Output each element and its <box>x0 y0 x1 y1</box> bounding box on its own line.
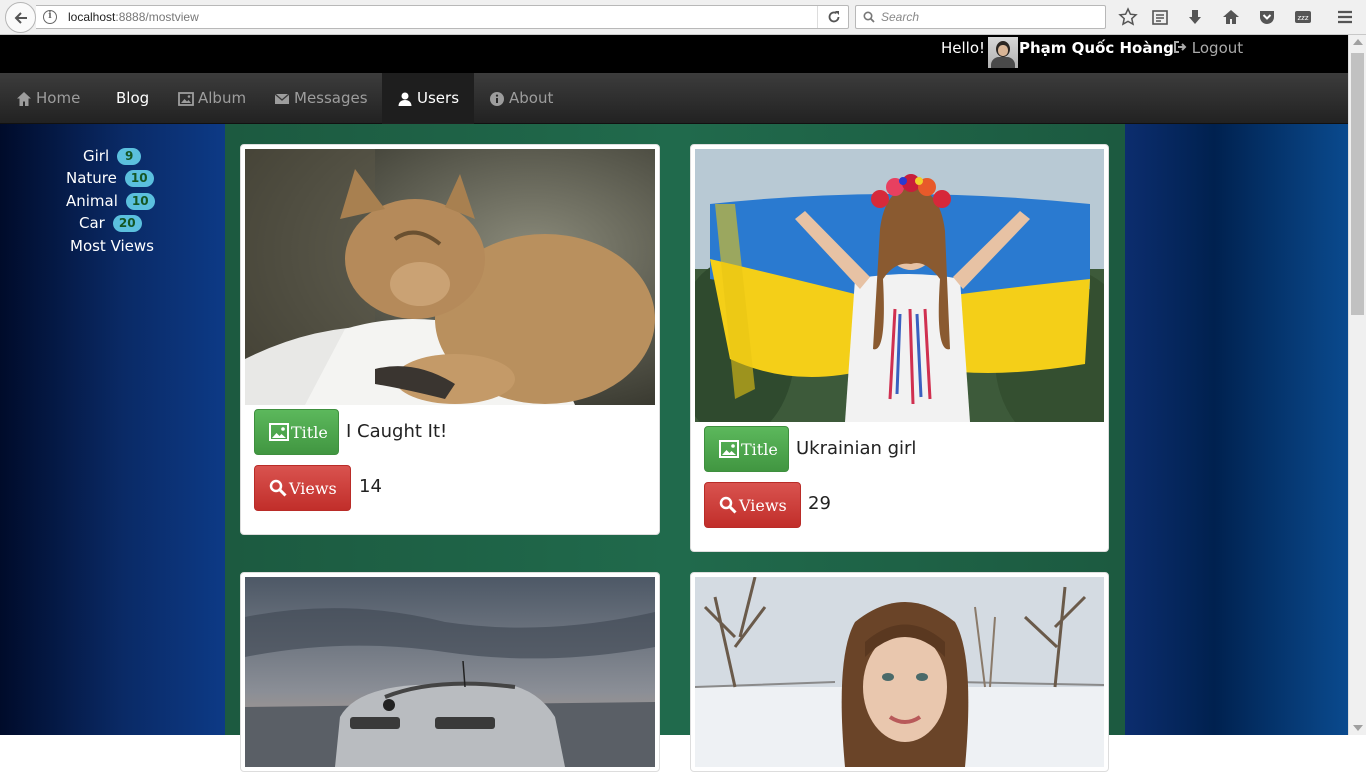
right-background <box>1125 124 1348 735</box>
count-badge: 10 <box>124 169 154 187</box>
count-badge: 20 <box>112 214 142 232</box>
nav-home[interactable]: Home <box>16 73 80 124</box>
reading-list-icon[interactable] <box>1150 7 1170 27</box>
category-animal[interactable]: Animal 10 <box>66 192 155 210</box>
search-icon <box>269 479 287 497</box>
nav-about-label: About <box>509 89 554 107</box>
menu-icon[interactable] <box>1335 7 1355 27</box>
count-badge: 10 <box>125 192 155 210</box>
scroll-thumb[interactable] <box>1351 53 1364 315</box>
view-count: 29 <box>808 493 831 514</box>
category-nature[interactable]: Nature 10 <box>66 169 154 187</box>
picture-icon <box>719 440 739 458</box>
logout-icon <box>1174 41 1187 53</box>
home-icon[interactable] <box>1221 7 1241 27</box>
most-views-link[interactable]: Most Views <box>70 237 154 255</box>
address-bar[interactable]: i localhost:8888/mostview <box>36 5 849 29</box>
girl-snow-photo <box>695 577 1104 767</box>
scroll-down-arrow-icon[interactable] <box>1353 725 1363 731</box>
nav-album-label: Album <box>198 89 247 107</box>
category-label: Girl <box>83 147 110 165</box>
logout-link[interactable]: Logout <box>1173 39 1243 57</box>
post-card: Title Ukrainian girl Views 29 <box>690 144 1109 552</box>
view-count: 14 <box>359 476 382 497</box>
title-button-label: Title <box>291 422 328 442</box>
sleep-tabs-icon[interactable]: zzz <box>1293 7 1313 27</box>
user-icon <box>398 92 412 106</box>
avatar[interactable] <box>988 37 1018 68</box>
greeting: Hello! <box>941 39 986 57</box>
category-label: Nature <box>66 169 117 187</box>
views-button[interactable]: Views <box>254 465 351 511</box>
post-card <box>240 572 660 772</box>
browser-toolbar: i localhost:8888/mostview Search zzz <box>0 0 1366 35</box>
category-label: Car <box>79 214 105 232</box>
page-scrollbar[interactable] <box>1348 35 1366 735</box>
views-button-label: Views <box>289 478 337 498</box>
envelope-icon <box>274 92 290 104</box>
category-girl[interactable]: Girl 9 <box>83 147 142 165</box>
home-icon <box>17 91 31 106</box>
title-button[interactable]: Title <box>254 409 339 455</box>
category-label: Animal <box>66 192 118 210</box>
svg-text:zzz: zzz <box>1297 14 1308 22</box>
back-arrow-icon <box>14 12 27 24</box>
post-image-car[interactable] <box>245 577 655 767</box>
post-card <box>690 572 1109 772</box>
scroll-up-arrow-icon[interactable] <box>1353 39 1363 45</box>
category-sidebar: Girl 9 Nature 10 Animal 10 Car 20 Most V… <box>0 124 225 735</box>
info-sign-icon <box>490 91 504 106</box>
search-icon <box>719 496 737 514</box>
logout-label: Logout <box>1191 39 1244 57</box>
post-title: I Caught It! <box>346 421 448 442</box>
views-button-label: Views <box>739 495 787 515</box>
download-icon[interactable] <box>1185 7 1205 27</box>
info-icon[interactable]: i <box>43 10 57 24</box>
cat-photo <box>245 149 655 405</box>
picture-icon <box>269 423 289 441</box>
girl-flag-photo <box>695 149 1104 422</box>
post-image-ukrainian-girl[interactable] <box>695 149 1104 422</box>
most-views-label: Most Views <box>70 237 154 255</box>
post-image-girl-snow[interactable] <box>695 577 1104 767</box>
views-button[interactable]: Views <box>704 482 801 528</box>
search-icon <box>863 11 875 23</box>
title-button[interactable]: Title <box>704 426 789 472</box>
main-navbar: Home Blog Album Messages Users About <box>0 73 1348 124</box>
url-text: localhost:8888/mostview <box>68 10 199 24</box>
bookmark-star-icon[interactable] <box>1118 7 1138 27</box>
main-content: Title I Caught It! Views 14 Title Ukrain… <box>225 124 1125 772</box>
nav-messages-label: Messages <box>294 89 368 107</box>
nav-album[interactable]: Album <box>178 73 246 124</box>
category-car[interactable]: Car 20 <box>79 214 142 232</box>
user-bar: Hello! Phạm Quốc Hoàng Logout <box>0 35 1348 73</box>
post-title: Ukrainian girl <box>796 438 917 459</box>
username[interactable]: Phạm Quốc Hoàng <box>1019 39 1174 57</box>
back-button[interactable] <box>5 2 36 33</box>
picture-icon <box>178 91 194 106</box>
nav-users-label: Users <box>417 89 460 107</box>
post-card: Title I Caught It! Views 14 <box>240 144 660 535</box>
nav-users[interactable]: Users <box>382 73 474 124</box>
search-placeholder: Search <box>881 10 920 24</box>
car-photo <box>245 577 655 767</box>
nav-blog-label: Blog <box>116 89 150 107</box>
post-image-cat[interactable] <box>245 149 655 405</box>
browser-search-input[interactable]: Search <box>855 5 1106 29</box>
pocket-icon[interactable] <box>1257 7 1277 27</box>
nav-blog[interactable]: Blog <box>116 73 149 124</box>
reload-icon <box>828 11 840 23</box>
nav-home-label: Home <box>36 89 81 107</box>
nav-about[interactable]: About <box>489 73 553 124</box>
title-button-label: Title <box>741 439 778 459</box>
count-badge: 9 <box>117 147 142 165</box>
nav-messages[interactable]: Messages <box>274 73 368 124</box>
reload-button[interactable] <box>817 6 848 28</box>
